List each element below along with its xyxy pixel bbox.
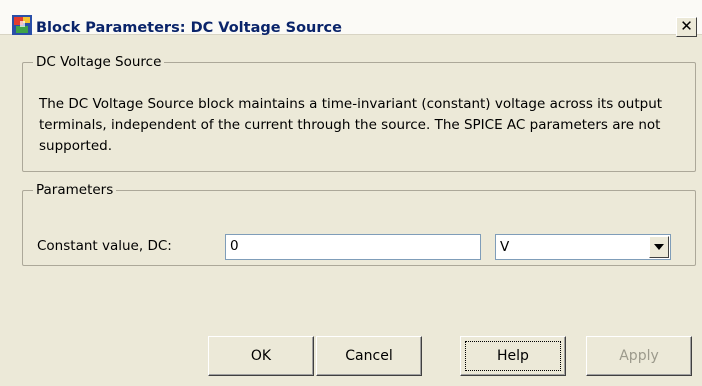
description-group-legend: DC Voltage Source: [36, 54, 162, 70]
block-description: The DC Voltage Source block maintains a …: [39, 96, 663, 154]
close-button[interactable]: ✕: [676, 17, 697, 37]
close-icon: ✕: [680, 17, 693, 35]
parameters-group: Parameters Constant value, DC: 0 V: [22, 182, 696, 266]
ok-button[interactable]: OK: [208, 336, 314, 376]
window-title: Block Parameters: DC Voltage Source: [36, 20, 342, 36]
apply-button[interactable]: Apply: [586, 336, 692, 376]
constant-value-label: Constant value, DC:: [37, 238, 172, 254]
description-group: DC Voltage Source The DC Voltage Source …: [22, 54, 696, 172]
unit-select-value: V: [500, 239, 510, 255]
parameters-group-legend: Parameters: [36, 182, 114, 198]
cancel-button[interactable]: Cancel: [316, 336, 422, 376]
title-bar[interactable]: Block Parameters: DC Voltage Source ✕: [0, 0, 702, 37]
constant-value-input[interactable]: 0: [225, 234, 481, 260]
help-button[interactable]: Help: [460, 336, 566, 376]
chevron-down-icon[interactable]: [649, 236, 669, 258]
help-button-label: Help: [497, 348, 529, 364]
unit-select[interactable]: V: [495, 234, 671, 260]
simulink-block-icon: [12, 15, 32, 35]
